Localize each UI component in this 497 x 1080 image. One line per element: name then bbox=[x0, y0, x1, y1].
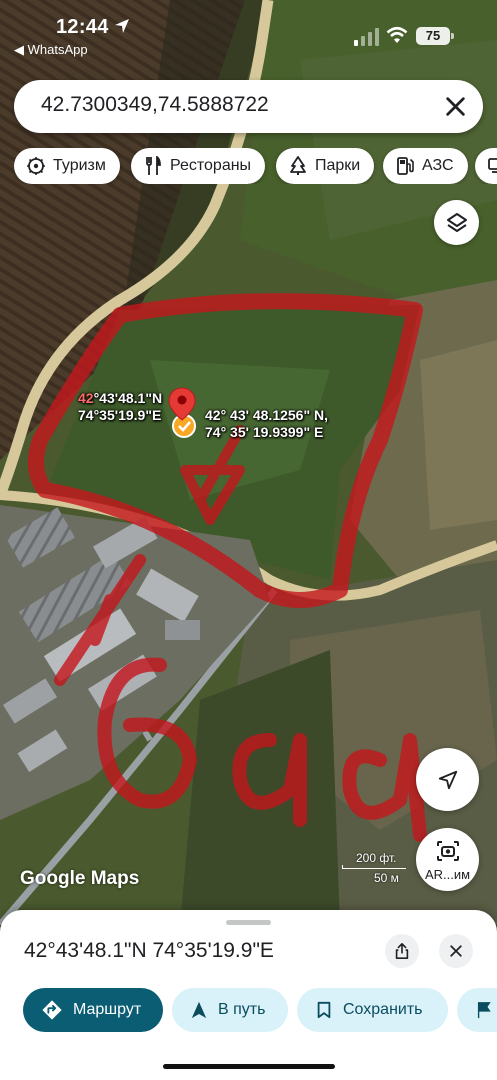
chip-label: Парки bbox=[315, 157, 361, 174]
map-scale: 200 фт. 50 м bbox=[342, 851, 412, 887]
park-icon bbox=[290, 156, 306, 175]
location-pin-icon[interactable] bbox=[166, 386, 198, 440]
dms-label-line2: 74° 35' 19.9399" E bbox=[205, 424, 324, 440]
navigation-arrow-icon bbox=[191, 1001, 207, 1019]
chip-parks[interactable]: Парки bbox=[276, 148, 375, 184]
close-icon bbox=[450, 945, 462, 957]
navigation-arrow-icon bbox=[438, 770, 457, 789]
chip-label: АЗС bbox=[422, 157, 454, 174]
place-sheet: 42°43'48.1"N 74°35'19.9"E Маршрут В путь bbox=[0, 910, 497, 1080]
share-button[interactable] bbox=[385, 934, 419, 968]
save-button[interactable]: Сохранить bbox=[297, 988, 448, 1032]
more-category-icon bbox=[488, 158, 497, 173]
chip-gas-stations[interactable]: АЗС bbox=[383, 148, 468, 184]
gas-station-icon bbox=[397, 157, 414, 175]
label-button[interactable] bbox=[457, 988, 497, 1032]
chip-more[interactable] bbox=[475, 148, 497, 184]
cellular-signal-icon bbox=[354, 28, 379, 46]
home-indicator bbox=[163, 1064, 335, 1069]
pin-label-lat-prefix: 42 bbox=[78, 390, 94, 406]
chip-tourism[interactable]: Туризм bbox=[14, 148, 120, 184]
pin-label-lon: 74°35'19.9"E bbox=[78, 407, 162, 423]
wifi-icon bbox=[386, 26, 408, 43]
camera-icon bbox=[437, 841, 459, 861]
bookmark-icon bbox=[317, 1001, 331, 1019]
layers-icon bbox=[446, 212, 467, 232]
share-icon bbox=[395, 942, 409, 960]
scale-imperial: 200 фт. bbox=[356, 851, 397, 865]
dms-coordinate-label: 42° 43' 48.1256" N, 74° 35' 19.9399" E bbox=[205, 407, 328, 441]
action-buttons: Маршрут В путь Сохранить bbox=[23, 988, 497, 1033]
dms-label-line1: 42° 43' 48.1256" N, bbox=[205, 407, 328, 423]
flag-icon bbox=[477, 1002, 491, 1019]
chip-restaurants[interactable]: Рестораны bbox=[131, 148, 266, 184]
layers-button[interactable] bbox=[434, 200, 479, 245]
attraction-icon bbox=[27, 157, 45, 175]
save-label: Сохранить bbox=[343, 1001, 423, 1018]
start-button[interactable]: В путь bbox=[172, 988, 288, 1032]
search-bar[interactable] bbox=[14, 80, 483, 133]
google-maps-logo: Google Maps bbox=[20, 868, 140, 889]
restaurant-icon bbox=[146, 156, 161, 175]
my-location-button[interactable] bbox=[416, 748, 479, 811]
sheet-drag-handle[interactable] bbox=[226, 920, 271, 925]
search-input[interactable] bbox=[41, 93, 421, 117]
back-to-app-link[interactable]: ◀ WhatsApp bbox=[14, 42, 88, 58]
close-sheet-button[interactable] bbox=[439, 934, 473, 968]
scale-metric: 50 м bbox=[374, 871, 399, 885]
status-bar: 12:44 ◀ WhatsApp 75 bbox=[0, 0, 497, 62]
directions-label: Маршрут bbox=[73, 1001, 142, 1018]
clock: 12:44 bbox=[56, 16, 109, 38]
place-title: 42°43'48.1"N 74°35'19.9"E bbox=[24, 939, 274, 962]
ar-button[interactable]: AR...им bbox=[416, 828, 479, 891]
directions-icon bbox=[42, 1000, 62, 1020]
category-chips: Туризм Рестораны Парки АЗС bbox=[14, 148, 497, 184]
pin-coordinate-label: 42°43'48.1"N 74°35'19.9"E bbox=[78, 390, 162, 424]
start-label: В путь bbox=[218, 1001, 266, 1018]
chip-label: Рестораны bbox=[170, 157, 252, 174]
directions-button[interactable]: Маршрут bbox=[23, 988, 163, 1032]
pin-label-lat: °43'48.1"N bbox=[93, 390, 163, 406]
scale-bar bbox=[342, 865, 406, 869]
close-icon[interactable] bbox=[442, 93, 469, 120]
ar-label: AR...им bbox=[424, 867, 471, 882]
chip-label: Туризм bbox=[53, 157, 106, 174]
location-services-icon bbox=[115, 19, 129, 33]
battery-indicator: 75 bbox=[416, 27, 454, 45]
